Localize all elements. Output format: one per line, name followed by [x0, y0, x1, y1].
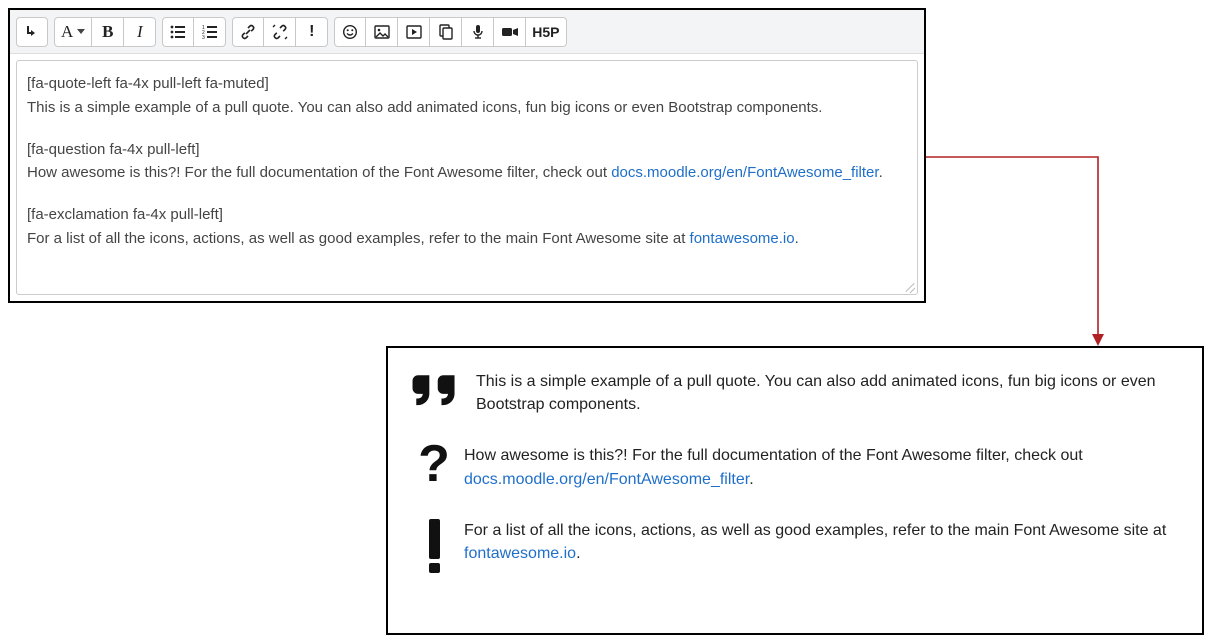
output-text-span: . [749, 471, 753, 488]
output-text-span: For a list of all the icons, actions, as… [464, 522, 1166, 539]
editor-text: . [879, 164, 883, 181]
numbered-list-button[interactable]: 1 2 3 [194, 17, 226, 47]
manage-files-button[interactable] [430, 17, 462, 47]
chevron-down-icon [77, 29, 85, 34]
resize-handle[interactable] [903, 280, 915, 292]
output-row: For a list of all the icons, actions, as… [404, 517, 1188, 573]
editor-link-docs[interactable]: docs.moodle.org/en/FontAwesome_filter [611, 164, 878, 181]
output-text: For a list of all the icons, actions, as… [464, 517, 1188, 565]
output-text: How awesome is this?! For the full docum… [464, 442, 1188, 490]
editor-line: [fa-question fa-4x pull-left] [27, 139, 907, 161]
smile-icon [342, 24, 358, 40]
arrow-connector [926, 154, 1126, 354]
quote-left-icon [404, 368, 464, 416]
record-audio-button[interactable] [462, 17, 494, 47]
link-button[interactable] [232, 17, 264, 47]
emoji-button[interactable] [334, 17, 366, 47]
bold-button[interactable]: B [92, 17, 124, 47]
exclamation-icon [404, 517, 464, 573]
font-style-letter: A [61, 22, 73, 42]
editor-line: [fa-exclamation fa-4x pull-left] [27, 204, 907, 226]
output-link-fontawesome[interactable]: fontawesome.io [464, 545, 576, 562]
toggle-toolbar-button[interactable] [16, 17, 48, 47]
svg-text:3: 3 [202, 35, 205, 39]
blank-line [27, 121, 907, 139]
editor-link-fontawesome[interactable]: fontawesome.io [690, 230, 795, 247]
video-icon [501, 25, 519, 39]
editor-text: For a list of all the icons, actions, as… [27, 230, 690, 247]
image-icon [374, 25, 390, 39]
exclamation-icon: ! [309, 23, 314, 41]
editor-line: This is a simple example of a pull quote… [27, 97, 907, 119]
microphone-icon [471, 24, 485, 40]
numbered-list-icon: 1 2 3 [202, 25, 218, 39]
figure-stage: A B I 1 2 3 [8, 8, 1202, 635]
editor-content-area[interactable]: [fa-quote-left fa-4x pull-left fa-muted]… [16, 60, 918, 295]
italic-button[interactable]: I [124, 17, 156, 47]
editor-line: [fa-quote-left fa-4x pull-left fa-muted] [27, 73, 907, 95]
editor-text: . [795, 230, 799, 247]
output-row: This is a simple example of a pull quote… [404, 368, 1188, 416]
unlink-button[interactable] [264, 17, 296, 47]
unlink-icon [271, 24, 289, 40]
editor-line: For a list of all the icons, actions, as… [27, 228, 907, 250]
font-style-button[interactable]: A [54, 17, 92, 47]
bulleted-list-icon [170, 25, 186, 39]
output-link-docs[interactable]: docs.moodle.org/en/FontAwesome_filter [464, 471, 749, 488]
editor-toolbar: A B I 1 2 3 [10, 10, 924, 54]
output-text: This is a simple example of a pull quote… [464, 368, 1188, 416]
h5p-label: H5P [532, 24, 559, 40]
editor-text: How awesome is this?! For the full docum… [27, 164, 611, 181]
accessibility-checker-button[interactable]: ! [296, 17, 328, 47]
text-editor-panel: A B I 1 2 3 [8, 8, 926, 303]
question-icon: ? [404, 442, 464, 486]
media-icon [406, 25, 422, 39]
toggle-toolbar-icon [25, 24, 39, 40]
insert-media-button[interactable] [398, 17, 430, 47]
output-row: ? How awesome is this?! For the full doc… [404, 442, 1188, 490]
h5p-button[interactable]: H5P [526, 17, 566, 47]
insert-image-button[interactable] [366, 17, 398, 47]
output-text-span: . [576, 545, 580, 562]
record-video-button[interactable] [494, 17, 526, 47]
editor-line: How awesome is this?! For the full docum… [27, 162, 907, 184]
blank-line [27, 186, 907, 204]
link-icon [240, 24, 256, 40]
rendered-output-panel: This is a simple example of a pull quote… [386, 346, 1204, 635]
bulleted-list-button[interactable] [162, 17, 194, 47]
output-text-span: How awesome is this?! For the full docum… [464, 447, 1083, 464]
files-icon [437, 24, 455, 40]
